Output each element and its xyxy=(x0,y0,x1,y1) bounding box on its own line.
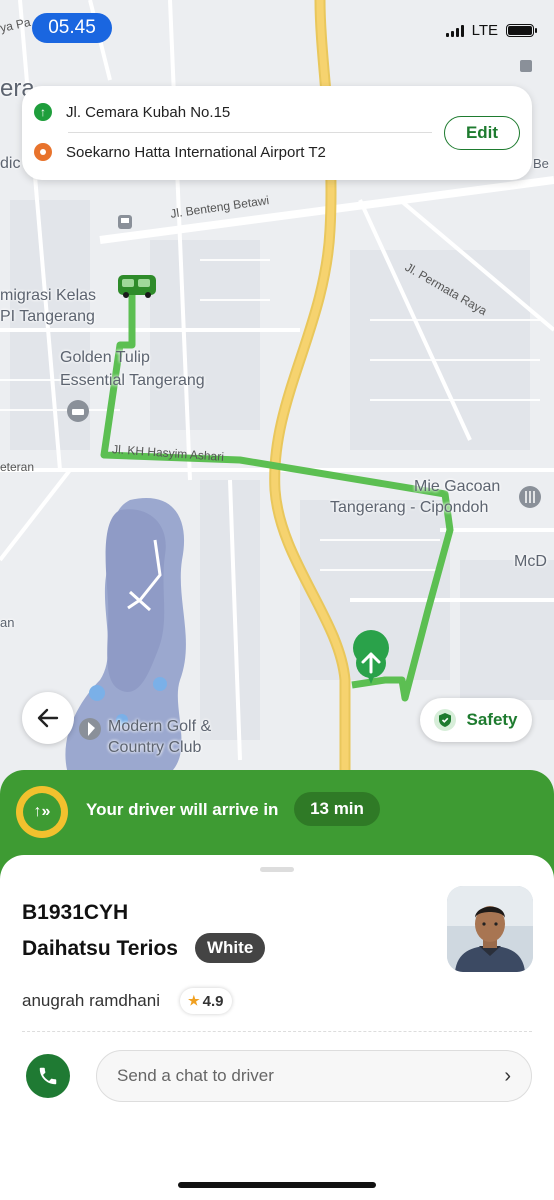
chat-placeholder: Send a chat to driver xyxy=(117,1066,274,1085)
rating-value: 4.9 xyxy=(202,992,224,1010)
safety-button[interactable]: Safety xyxy=(420,698,532,742)
sheet-grabber[interactable] xyxy=(260,867,294,872)
route-card: ↑ Jl. Cemara Kubah No.15 Soekarno Hatta … xyxy=(22,86,532,180)
street-label-veteran: eteran xyxy=(0,460,35,474)
pickup-address: Jl. Cemara Kubah No.15 xyxy=(66,103,231,121)
map-poi-icon xyxy=(520,60,532,72)
status-bar-right: LTE xyxy=(445,22,537,39)
destination-row[interactable]: Soekarno Hatta International Airport T2 xyxy=(34,143,326,161)
back-button[interactable] xyxy=(22,692,74,744)
map-label: an xyxy=(0,615,15,630)
car-model: Daihatsu Terios xyxy=(22,937,178,960)
status-time: 05.45 xyxy=(32,13,112,43)
star-icon: ★ xyxy=(188,993,200,1008)
driver-name: anugrah ramdhani xyxy=(22,991,160,1010)
driver-sheet[interactable]: B1931CYH Daihatsu Terios White anugrah r… xyxy=(0,855,554,1200)
route-divider xyxy=(68,132,432,133)
eta-value: 13 min xyxy=(294,792,380,826)
restaurant-pin-icon xyxy=(519,486,541,508)
chat-input[interactable]: Send a chat to driver › xyxy=(96,1050,532,1102)
driver-car-icon xyxy=(118,275,156,298)
driver-avatar[interactable] xyxy=(447,886,533,972)
chevron-right-icon: › xyxy=(504,1064,511,1087)
pickup-row[interactable]: ↑ Jl. Cemara Kubah No.15 xyxy=(34,103,230,121)
golf-pin-icon xyxy=(79,718,101,740)
map-label: Be xyxy=(533,156,549,171)
map-label-imigrasi: migrasi Kelas xyxy=(0,287,97,304)
sheet-divider xyxy=(22,1031,532,1032)
car-color-badge: White xyxy=(195,933,266,963)
map-label-golf: Modern Golf & xyxy=(108,718,212,735)
battery-icon xyxy=(506,24,537,37)
map-label: dic xyxy=(0,155,21,172)
cellular-signal-icon xyxy=(445,24,464,37)
map-label-mie-gacoan: Tangerang - Cipondoh xyxy=(330,499,489,516)
map-label-golden-tulip: Golden Tulip xyxy=(60,349,150,366)
hotel-pin-icon xyxy=(67,400,89,422)
network-type: LTE xyxy=(471,22,498,39)
arrow-left-icon xyxy=(37,708,59,728)
destination-address: Soekarno Hatta International Airport T2 xyxy=(66,143,326,161)
destination-dot-icon xyxy=(34,143,52,161)
driver-rating: ★ 4.9 xyxy=(180,988,232,1014)
phone-icon xyxy=(39,1067,57,1085)
map-label-mie-gacoan: Mie Gacoan xyxy=(414,478,501,495)
map-label-mcd: McD xyxy=(514,553,547,570)
safety-label: Safety xyxy=(466,710,518,729)
home-indicator[interactable] xyxy=(178,1182,376,1188)
map-label-golden-tulip: Essential Tangerang xyxy=(60,372,205,389)
edit-route-button[interactable]: Edit xyxy=(444,116,520,150)
license-plate: B1931CYH xyxy=(22,901,129,924)
pickup-arrow-icon: ↑ xyxy=(34,103,52,121)
eta-text: Your driver will arrive in xyxy=(86,800,279,819)
map-label-imigrasi: PI Tangerang xyxy=(0,308,95,325)
call-driver-button[interactable] xyxy=(26,1054,70,1098)
bus-stop-icon xyxy=(118,215,132,229)
shield-icon xyxy=(434,709,457,731)
map-label-golf: Country Club xyxy=(108,739,202,756)
driver-arrival-icon: ↑» xyxy=(16,786,68,838)
